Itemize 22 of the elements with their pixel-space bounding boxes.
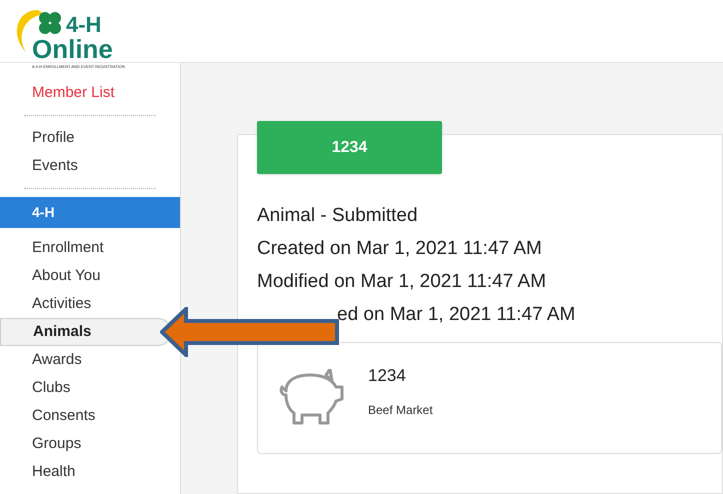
sidebar-item[interactable]: Consents xyxy=(0,402,180,430)
animal-item-card[interactable]: 1234 Beef Market xyxy=(257,342,722,454)
sidebar-item[interactable]: Profile xyxy=(0,124,180,152)
status-text: Animal - Submitted xyxy=(257,204,419,228)
sidebar-item[interactable]: Member List xyxy=(0,79,180,107)
animal-type: Beef Market xyxy=(368,402,433,419)
sidebar-item[interactable]: Events xyxy=(0,152,180,180)
sidebar-item[interactable]: Health xyxy=(0,458,180,486)
sidebar-item[interactable]: Activities xyxy=(0,290,180,318)
status-text: ed on Mar 1, 2021 11:47 AM xyxy=(336,303,576,327)
status-text: Modified on Mar 1, 2021 11:47 AM xyxy=(257,270,548,294)
sidebar-item[interactable]: About You xyxy=(0,262,180,290)
logo-text: 4-H xyxy=(66,14,102,36)
logo-text: Online xyxy=(32,36,113,62)
status-text: Created on Mar 1, 2021 11:47 AM xyxy=(257,237,543,261)
sidebar-item[interactable]: Clubs xyxy=(0,374,180,402)
sidebar-item[interactable]: Awards xyxy=(0,346,180,374)
sidebar-item[interactable]: Groups xyxy=(0,430,180,458)
clover-icon xyxy=(36,9,64,37)
section-header: 4-H xyxy=(0,197,180,228)
sidebar-item[interactable]: Enrollment xyxy=(0,234,180,262)
animal-name: 1234 xyxy=(368,365,407,388)
